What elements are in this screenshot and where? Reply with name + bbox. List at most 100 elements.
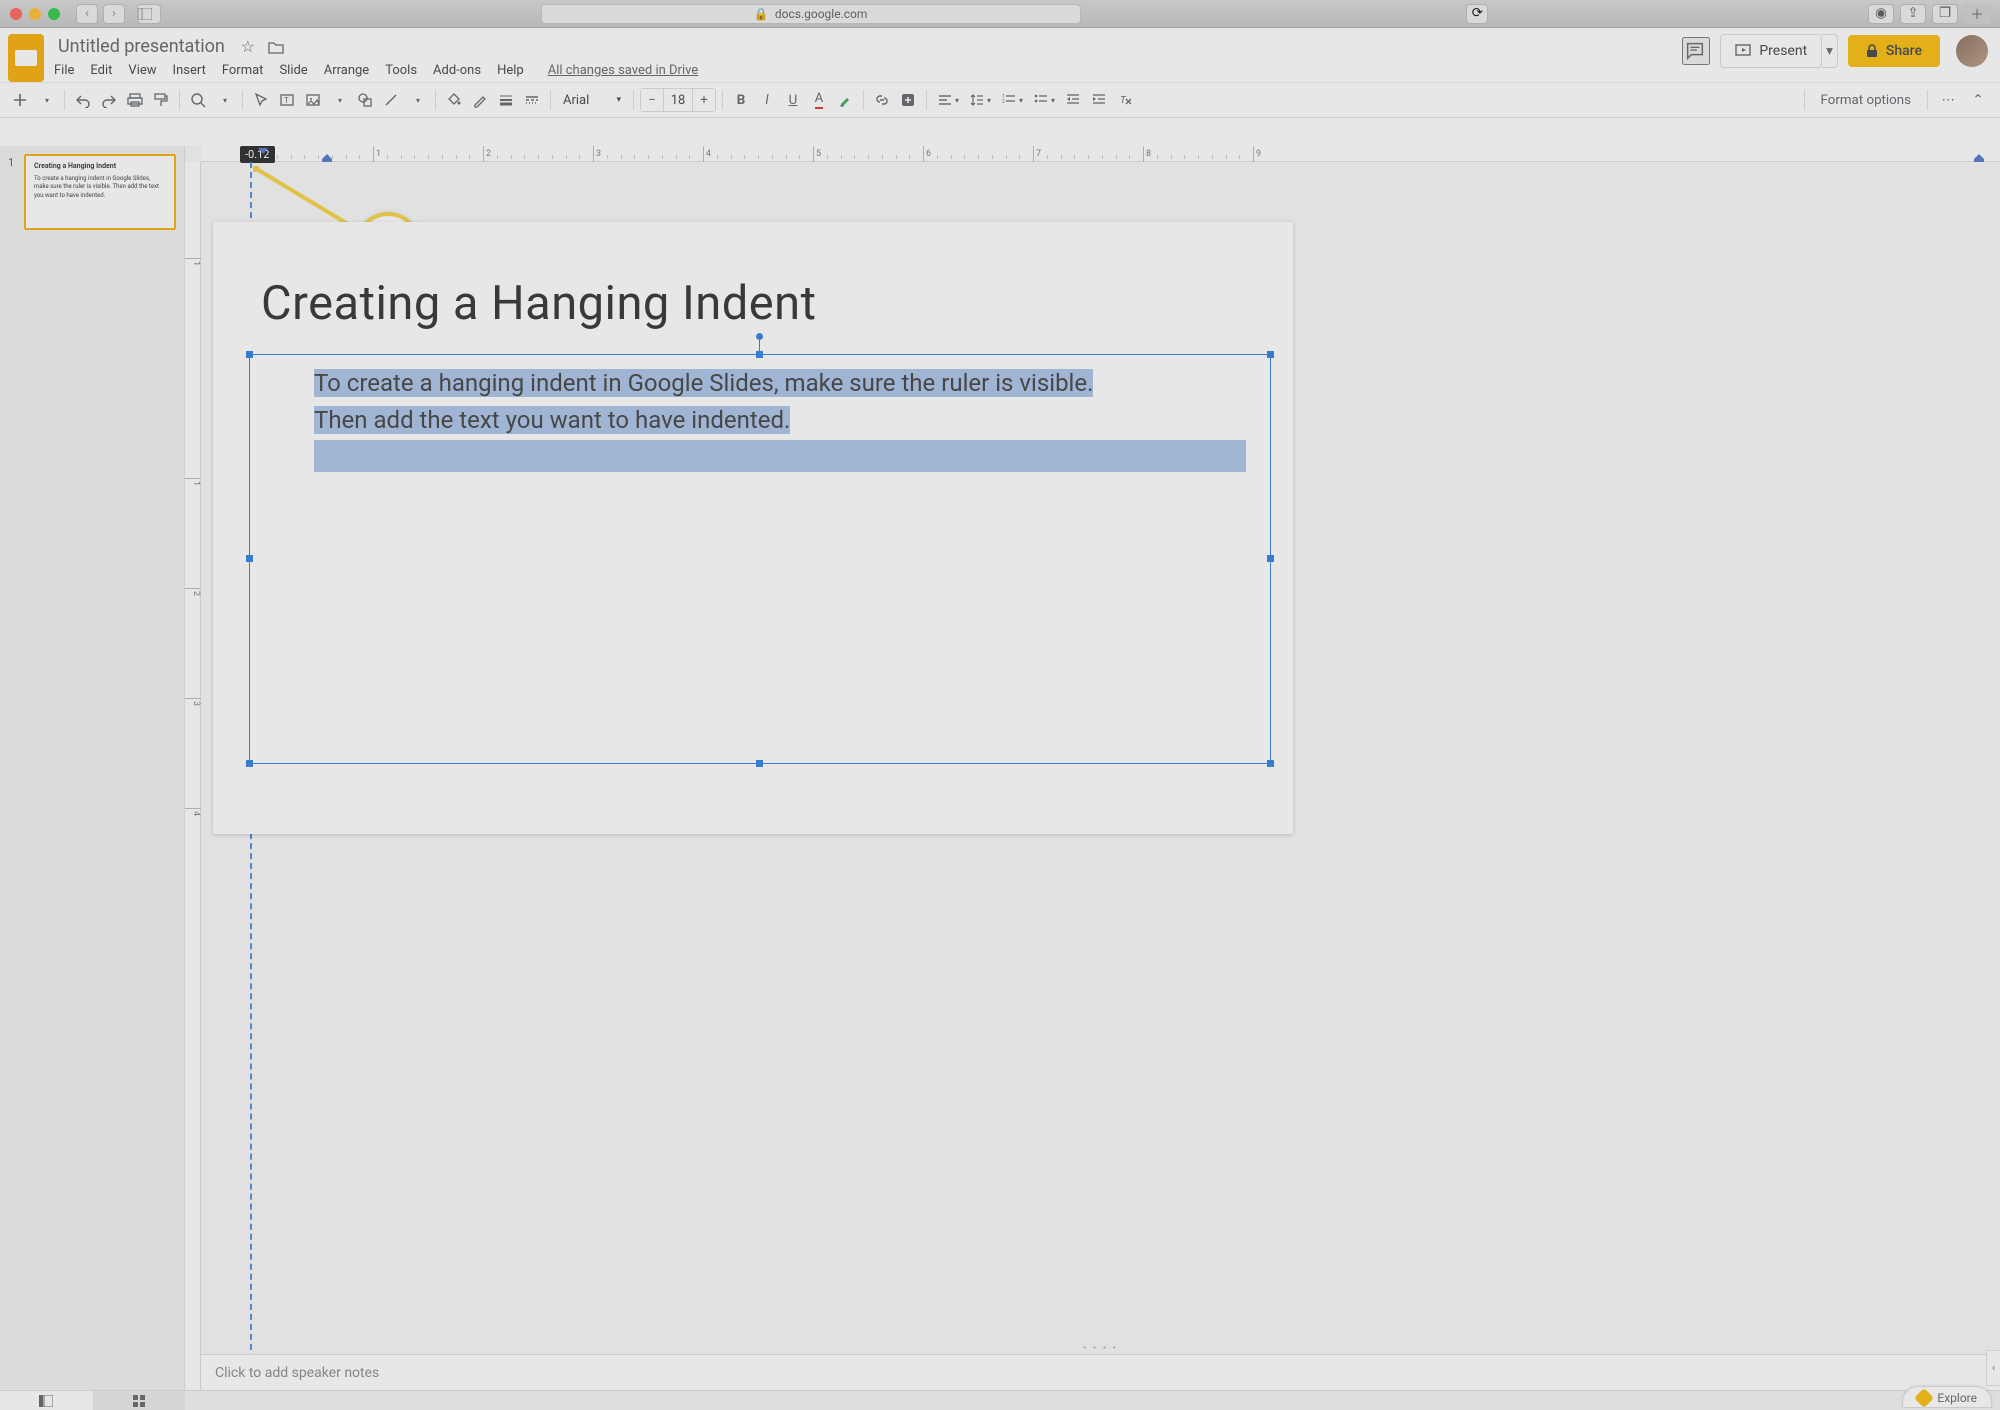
select-tool-button[interactable] bbox=[249, 87, 273, 113]
font-size-decrease[interactable]: − bbox=[641, 89, 663, 111]
increase-indent-button[interactable] bbox=[1087, 87, 1111, 113]
numbered-list-button[interactable]: 12 bbox=[997, 87, 1027, 113]
menu-edit[interactable]: Edit bbox=[90, 63, 112, 78]
move-folder-icon[interactable] bbox=[267, 38, 285, 56]
body-line-2: Then add the text you want to have inden… bbox=[314, 406, 790, 434]
vertical-ruler[interactable]: 11234 bbox=[185, 162, 201, 1410]
more-tools-button[interactable]: ⋯ bbox=[1936, 87, 1960, 113]
maximize-icon[interactable] bbox=[48, 8, 60, 20]
paint-format-button[interactable] bbox=[149, 87, 173, 113]
bullet-list-button[interactable] bbox=[1029, 87, 1059, 113]
grid-view-button[interactable] bbox=[93, 1391, 186, 1410]
notes-splitter[interactable]: • • • • bbox=[201, 1344, 2000, 1352]
comment-add-button[interactable] bbox=[896, 87, 920, 113]
font-size-input[interactable] bbox=[663, 89, 693, 111]
sidebar-toggle-button[interactable] bbox=[137, 4, 161, 24]
present-button[interactable]: Present bbox=[1720, 34, 1822, 68]
thumb-title: Creating a Hanging Indent bbox=[34, 162, 166, 172]
undo-button[interactable] bbox=[71, 87, 95, 113]
print-button[interactable] bbox=[123, 87, 147, 113]
resize-handle[interactable] bbox=[246, 760, 253, 767]
font-select[interactable]: Arial▾ bbox=[557, 87, 627, 113]
share-button[interactable]: Share bbox=[1848, 35, 1940, 67]
zoom-button[interactable] bbox=[186, 87, 210, 113]
border-dash-button[interactable] bbox=[520, 87, 544, 113]
menu-tools[interactable]: Tools bbox=[385, 63, 417, 78]
explore-button[interactable]: Explore bbox=[1902, 1386, 1992, 1408]
slides-logo-icon[interactable] bbox=[8, 34, 44, 82]
menu-addons[interactable]: Add-ons bbox=[433, 63, 481, 78]
menu-insert[interactable]: Insert bbox=[173, 63, 206, 78]
new-slide-button[interactable] bbox=[8, 87, 32, 113]
menu-file[interactable]: File bbox=[54, 63, 74, 78]
new-tab-button[interactable]: ＋ bbox=[1964, 4, 1990, 24]
italic-button[interactable]: I bbox=[755, 87, 779, 113]
align-button[interactable] bbox=[933, 87, 963, 113]
left-indent-marker[interactable] bbox=[322, 154, 332, 162]
url-bar[interactable]: 🔒 docs.google.com bbox=[541, 4, 1081, 24]
collapse-toolbar-button[interactable]: ⌃ bbox=[1964, 86, 1992, 114]
tabs-button[interactable]: ❐ bbox=[1932, 4, 1958, 24]
resize-handle[interactable] bbox=[1267, 760, 1274, 767]
resize-handle[interactable] bbox=[756, 760, 763, 767]
minimize-icon[interactable] bbox=[29, 8, 41, 20]
menu-format[interactable]: Format bbox=[222, 63, 264, 78]
slide-title[interactable]: Creating a Hanging Indent bbox=[261, 276, 816, 331]
share-system-button[interactable]: ⇪ bbox=[1900, 4, 1926, 24]
format-options-button[interactable]: Format options bbox=[1813, 87, 1919, 113]
resize-handle[interactable] bbox=[246, 555, 253, 562]
comments-button[interactable] bbox=[1682, 37, 1710, 65]
toolbar: T Arial▾ − + B I U A 12 T bbox=[0, 82, 2000, 118]
present-dropdown[interactable]: ▾ bbox=[1822, 34, 1838, 68]
menu-slide[interactable]: Slide bbox=[279, 63, 307, 78]
decrease-indent-button[interactable] bbox=[1061, 87, 1085, 113]
resize-handle[interactable] bbox=[246, 351, 253, 358]
star-icon[interactable]: ☆ bbox=[239, 38, 257, 56]
zoom-dropdown[interactable] bbox=[212, 87, 236, 113]
side-panel-collapse-button[interactable]: ‹ bbox=[1986, 1350, 2000, 1386]
border-weight-button[interactable] bbox=[494, 87, 518, 113]
menu-view[interactable]: View bbox=[128, 63, 156, 78]
speaker-notes[interactable]: Click to add speaker notes bbox=[201, 1354, 2000, 1392]
bold-button[interactable]: B bbox=[729, 87, 753, 113]
first-line-indent-marker[interactable] bbox=[258, 148, 268, 154]
horizontal-ruler[interactable]: 123456789 -0.12 bbox=[201, 146, 2000, 162]
line-button[interactable] bbox=[379, 87, 403, 113]
highlight-button[interactable] bbox=[833, 87, 857, 113]
save-status[interactable]: All changes saved in Drive bbox=[548, 63, 699, 78]
forward-button[interactable]: › bbox=[103, 4, 125, 24]
slide-thumbnail[interactable]: 1 Creating a Hanging Indent To create a … bbox=[8, 154, 176, 230]
rotate-handle[interactable] bbox=[756, 333, 763, 340]
resize-handle[interactable] bbox=[1267, 555, 1274, 562]
border-color-button[interactable] bbox=[468, 87, 492, 113]
redo-button[interactable] bbox=[97, 87, 121, 113]
shape-button[interactable] bbox=[353, 87, 377, 113]
link-button[interactable] bbox=[870, 87, 894, 113]
clear-formatting-button[interactable]: T bbox=[1113, 87, 1137, 113]
image-dropdown[interactable] bbox=[327, 87, 351, 113]
slide[interactable]: Creating a Hanging Indent To create a ha… bbox=[213, 222, 1293, 834]
text-color-button[interactable]: A bbox=[807, 87, 831, 113]
account-avatar[interactable] bbox=[1956, 35, 1988, 67]
underline-button[interactable]: U bbox=[781, 87, 805, 113]
font-size-increase[interactable]: + bbox=[693, 89, 715, 111]
new-slide-dropdown[interactable] bbox=[34, 87, 58, 113]
close-icon[interactable] bbox=[10, 8, 22, 20]
menu-help[interactable]: Help bbox=[497, 63, 524, 78]
body-textbox[interactable]: To create a hanging indent in Google Sli… bbox=[249, 354, 1271, 764]
reload-button[interactable]: ⟳ bbox=[1466, 4, 1488, 24]
fill-color-button[interactable] bbox=[442, 87, 466, 113]
doc-title[interactable]: Untitled presentation bbox=[54, 34, 229, 59]
selection-tail bbox=[314, 440, 1246, 472]
resize-handle[interactable] bbox=[1267, 351, 1274, 358]
back-button[interactable]: ‹ bbox=[76, 4, 98, 24]
textbox-button[interactable]: T bbox=[275, 87, 299, 113]
body-text[interactable]: To create a hanging indent in Google Sli… bbox=[314, 365, 1246, 477]
line-dropdown[interactable] bbox=[405, 87, 429, 113]
download-button-icon[interactable]: ◉ bbox=[1868, 4, 1894, 24]
present-icon bbox=[1735, 44, 1751, 58]
menu-arrange[interactable]: Arrange bbox=[324, 63, 369, 78]
image-button[interactable] bbox=[301, 87, 325, 113]
filmstrip-view-button[interactable] bbox=[0, 1391, 93, 1410]
line-spacing-button[interactable] bbox=[965, 87, 995, 113]
